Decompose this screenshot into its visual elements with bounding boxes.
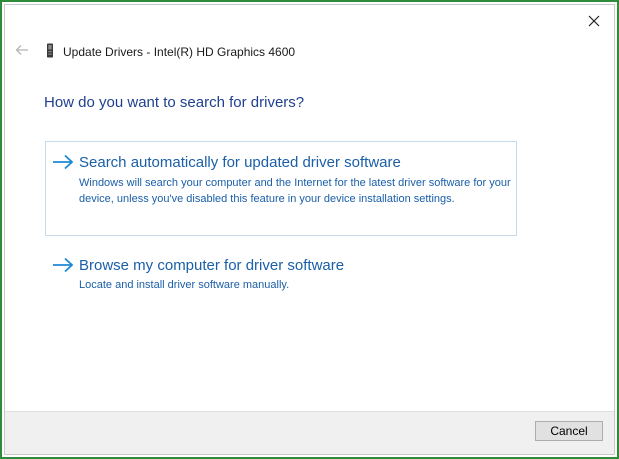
arrow-right-icon bbox=[53, 154, 74, 170]
cancel-button[interactable]: Cancel bbox=[535, 421, 603, 441]
arrow-right-icon bbox=[53, 257, 74, 273]
screenshot-frame: Update Drivers - Intel(R) HD Graphics 46… bbox=[0, 0, 619, 459]
close-icon bbox=[588, 15, 600, 27]
page-heading: How do you want to search for drivers? bbox=[44, 94, 305, 111]
browse-computer-title: Browse my computer for driver software bbox=[79, 257, 345, 274]
graphics-card-icon bbox=[47, 43, 53, 58]
dialog-footer: Cancel bbox=[5, 411, 614, 454]
close-button[interactable] bbox=[580, 9, 608, 33]
browse-computer-description: Locate and install driver software manua… bbox=[79, 279, 290, 291]
search-automatically-option[interactable]: Search automatically for updated driver … bbox=[45, 141, 517, 236]
search-automatically-description: Windows will search your computer and th… bbox=[79, 177, 511, 205]
back-arrow-icon bbox=[15, 45, 28, 55]
window-title: Update Drivers - Intel(R) HD Graphics 46… bbox=[63, 45, 296, 59]
search-automatically-title: Search automatically for updated driver … bbox=[79, 154, 401, 171]
back-button[interactable] bbox=[13, 41, 31, 59]
dialog-window: Update Drivers - Intel(R) HD Graphics 46… bbox=[4, 4, 615, 455]
browse-computer-option[interactable]: Browse my computer for driver software L… bbox=[45, 249, 517, 299]
